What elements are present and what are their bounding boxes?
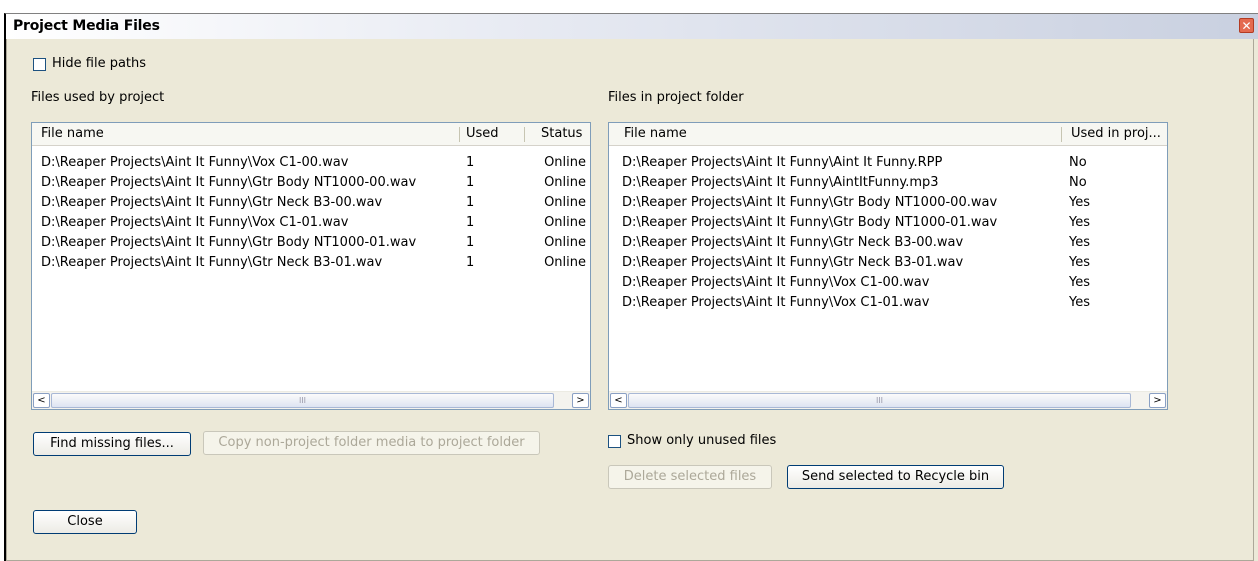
file-name-cell: D:\Reaper Projects\Aint It Funny\Vox C1-… — [622, 295, 930, 310]
show-only-unused-checkbox[interactable] — [608, 435, 621, 448]
used-count-cell: 1 — [466, 155, 475, 170]
table-row[interactable]: D:\Reaper Projects\Aint It Funny\Gtr Nec… — [609, 233, 1167, 253]
window-title: Project Media Files — [13, 18, 160, 34]
used-in-project-cell: Yes — [1069, 195, 1090, 210]
project-media-files-dialog: Project Media Files ✕ Hide file paths Fi… — [4, 13, 1258, 561]
table-row[interactable]: D:\Reaper Projects\Aint It Funny\Gtr Bod… — [32, 173, 590, 193]
show-only-unused-label: Show only unused files — [627, 433, 777, 448]
used-in-project-cell: Yes — [1069, 255, 1090, 270]
table-row[interactable]: D:\Reaper Projects\Aint It Funny\Vox C1-… — [32, 153, 590, 173]
file-name-cell: D:\Reaper Projects\Aint It Funny\Gtr Nec… — [41, 195, 383, 210]
status-cell: Online — [544, 195, 586, 210]
file-name-cell: D:\Reaper Projects\Aint It Funny\Gtr Bod… — [41, 175, 417, 190]
delete-selected-files-button[interactable]: Delete selected files — [608, 465, 772, 489]
horizontal-scrollbar[interactable]: < III > — [32, 391, 590, 409]
used-in-project-cell: No — [1069, 155, 1087, 170]
dialog-body: Hide file paths Files used by project Fi… — [6, 39, 1254, 561]
column-separator[interactable] — [524, 127, 525, 142]
copy-media-to-project-folder-button[interactable]: Copy non-project folder media to project… — [203, 431, 540, 455]
used-in-project-cell: Yes — [1069, 215, 1090, 230]
used-count-cell: 1 — [466, 195, 475, 210]
files-used-label: Files used by project — [31, 90, 165, 105]
file-name-cell: D:\Reaper Projects\Aint It Funny\Aint It… — [622, 155, 943, 170]
file-name-cell: D:\Reaper Projects\Aint It Funny\Gtr Nec… — [622, 235, 964, 250]
folder-files-list[interactable]: File name Used in proj... D:\Reaper Proj… — [608, 122, 1168, 410]
file-name-cell: D:\Reaper Projects\Aint It Funny\Vox C1-… — [622, 275, 930, 290]
used-count-cell: 1 — [466, 235, 475, 250]
list-header: File name Used Status — [32, 123, 590, 146]
file-name-cell: D:\Reaper Projects\Aint It Funny\Gtr Bod… — [41, 235, 417, 250]
hide-file-paths-checkbox[interactable] — [33, 58, 46, 71]
table-row[interactable]: D:\Reaper Projects\Aint It Funny\AintItF… — [609, 173, 1167, 193]
status-cell: Online — [544, 215, 586, 230]
column-used-in-project[interactable]: Used in proj... — [1071, 123, 1167, 145]
status-cell: Online — [544, 175, 586, 190]
scroll-thumb[interactable]: III — [51, 393, 554, 408]
table-row[interactable]: D:\Reaper Projects\Aint It Funny\Gtr Nec… — [609, 253, 1167, 273]
file-name-cell: D:\Reaper Projects\Aint It Funny\Gtr Nec… — [41, 255, 383, 270]
used-in-project-cell: Yes — [1069, 235, 1090, 250]
status-cell: Online — [544, 235, 586, 250]
table-row[interactable]: D:\Reaper Projects\Aint It Funny\Gtr Bod… — [609, 213, 1167, 233]
table-row[interactable]: D:\Reaper Projects\Aint It Funny\Aint It… — [609, 153, 1167, 173]
file-name-cell: D:\Reaper Projects\Aint It Funny\Vox C1-… — [41, 155, 349, 170]
used-count-cell: 1 — [466, 215, 475, 230]
column-separator[interactable] — [459, 127, 460, 142]
table-row[interactable]: D:\Reaper Projects\Aint It Funny\Vox C1-… — [609, 293, 1167, 313]
file-name-cell: D:\Reaper Projects\Aint It Funny\Vox C1-… — [41, 215, 349, 230]
project-files-list[interactable]: File name Used Status D:\Reaper Projects… — [31, 122, 591, 410]
file-name-cell: D:\Reaper Projects\Aint It Funny\Gtr Nec… — [622, 255, 964, 270]
used-in-project-cell: Yes — [1069, 275, 1090, 290]
scroll-right-icon[interactable]: > — [572, 393, 589, 408]
file-name-cell: D:\Reaper Projects\Aint It Funny\Gtr Bod… — [622, 215, 998, 230]
used-count-cell: 1 — [466, 175, 475, 190]
close-window-icon[interactable]: ✕ — [1239, 18, 1254, 33]
status-cell: Online — [544, 155, 586, 170]
files-in-folder-label: Files in project folder — [608, 90, 744, 105]
column-separator[interactable] — [1061, 127, 1062, 142]
horizontal-scrollbar[interactable]: < III > — [609, 391, 1167, 409]
table-row[interactable]: D:\Reaper Projects\Aint It Funny\Gtr Bod… — [32, 233, 590, 253]
scroll-left-icon[interactable]: < — [610, 393, 627, 408]
close-button[interactable]: Close — [33, 510, 137, 534]
column-used[interactable]: Used — [466, 123, 521, 145]
used-count-cell: 1 — [466, 255, 475, 270]
send-to-recycle-bin-button[interactable]: Send selected to Recycle bin — [787, 465, 1004, 489]
used-in-project-cell: Yes — [1069, 295, 1090, 310]
hide-file-paths-label: Hide file paths — [52, 56, 147, 71]
table-row[interactable]: D:\Reaper Projects\Aint It Funny\Gtr Nec… — [32, 253, 590, 273]
column-file-name[interactable]: File name — [624, 123, 1054, 145]
table-row[interactable]: D:\Reaper Projects\Aint It Funny\Gtr Bod… — [609, 193, 1167, 213]
list-header: File name Used in proj... — [609, 123, 1167, 146]
table-row[interactable]: D:\Reaper Projects\Aint It Funny\Vox C1-… — [32, 213, 590, 233]
status-cell: Online — [544, 255, 586, 270]
column-status[interactable]: Status — [541, 123, 590, 145]
scroll-right-icon[interactable]: > — [1149, 393, 1166, 408]
file-name-cell: D:\Reaper Projects\Aint It Funny\AintItF… — [622, 175, 939, 190]
scroll-thumb[interactable]: III — [628, 393, 1131, 408]
table-row[interactable]: D:\Reaper Projects\Aint It Funny\Vox C1-… — [609, 273, 1167, 293]
title-bar[interactable]: Project Media Files ✕ — [6, 14, 1258, 39]
table-row[interactable]: D:\Reaper Projects\Aint It Funny\Gtr Nec… — [32, 193, 590, 213]
file-name-cell: D:\Reaper Projects\Aint It Funny\Gtr Bod… — [622, 195, 998, 210]
find-missing-files-button[interactable]: Find missing files... — [33, 432, 191, 456]
column-file-name[interactable]: File name — [41, 123, 451, 145]
scroll-left-icon[interactable]: < — [33, 393, 50, 408]
used-in-project-cell: No — [1069, 175, 1087, 190]
